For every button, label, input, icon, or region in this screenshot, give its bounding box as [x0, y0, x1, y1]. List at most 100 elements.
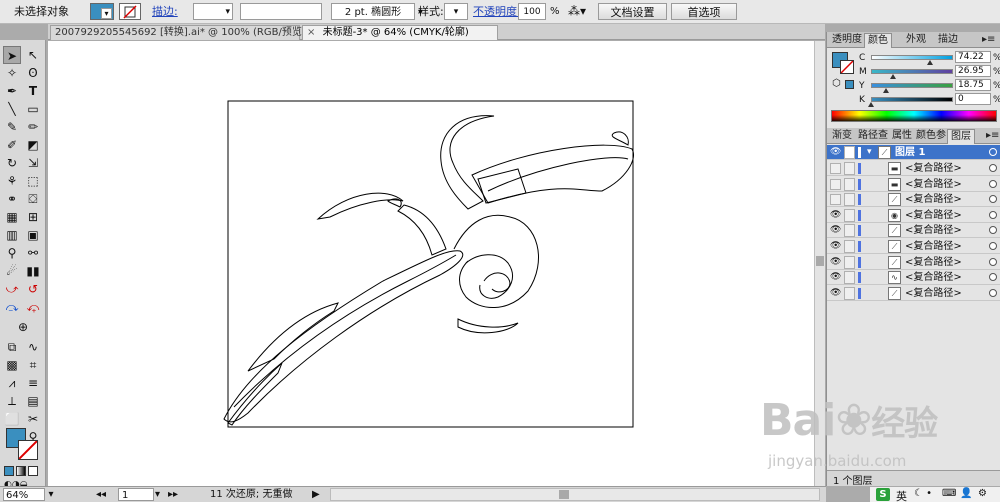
- layer-row[interactable]: 👁 ⟋ <复合路径>: [827, 239, 1000, 254]
- document-setup-button[interactable]: 文档设置: [598, 3, 667, 20]
- lock-toggle[interactable]: [844, 193, 855, 207]
- expand-triangle-icon[interactable]: ▾: [867, 147, 872, 157]
- live-paint-tool-icon[interactable]: ⛋: [24, 190, 42, 208]
- zoom-dropdown-chevron-icon[interactable]: ▾: [46, 488, 56, 501]
- shape-builder-tool-icon[interactable]: ⚭: [3, 190, 21, 208]
- tab-color[interactable]: 颜色: [864, 33, 892, 48]
- line-tool-icon[interactable]: ╲: [3, 100, 21, 118]
- out-of-gamut-icon[interactable]: ⬡: [832, 78, 841, 89]
- slider-magenta-track[interactable]: [871, 69, 953, 74]
- layer-row[interactable]: 👁 ◉ <复合路径>: [827, 208, 1000, 223]
- zigzag-tool-icon[interactable]: ⩘: [3, 374, 21, 392]
- path-target-icon[interactable]: [989, 179, 997, 188]
- ime-language[interactable]: 英: [896, 488, 907, 502]
- path-name[interactable]: <复合路径>: [905, 209, 962, 222]
- path-target-icon[interactable]: [989, 164, 997, 172]
- panel-menu-icon[interactable]: ▸≡: [983, 129, 1000, 144]
- gamut-color-chip[interactable]: [845, 80, 854, 89]
- path-target-icon[interactable]: [989, 288, 997, 297]
- layer-name[interactable]: 图层 1: [895, 146, 925, 159]
- path-name[interactable]: <复合路径>: [905, 162, 962, 175]
- measure-tool-icon[interactable]: ⟂: [3, 392, 21, 410]
- red-curve-tool-icon[interactable]: ↺: [24, 280, 42, 298]
- slider-magenta-value[interactable]: 26.95: [955, 65, 991, 77]
- slice-tool-icon[interactable]: ⌗: [24, 356, 42, 374]
- tab-gradient[interactable]: 渐变: [829, 129, 855, 144]
- horizontal-scroll-thumb[interactable]: [559, 490, 569, 499]
- path-target-icon[interactable]: [989, 195, 997, 204]
- path-target-icon[interactable]: [989, 242, 997, 250]
- color-spectrum-bar[interactable]: [831, 110, 997, 122]
- artboard[interactable]: [227, 100, 634, 428]
- mesh-tool-icon[interactable]: ⊞: [24, 208, 42, 226]
- next-artboard-icon[interactable]: ▸▸: [168, 488, 188, 501]
- red-reshape-tool-icon[interactable]: ⤽: [24, 298, 42, 316]
- artboard-number-field[interactable]: 1: [118, 488, 154, 501]
- blob-brush-tool-icon[interactable]: ✐: [3, 136, 21, 154]
- slider-cyan[interactable]: C 74.22 %: [859, 51, 1000, 65]
- slider-black-knob[interactable]: [868, 102, 874, 107]
- tab-stroke[interactable]: 描边: [935, 33, 961, 48]
- visibility-eye-icon[interactable]: 👁: [830, 147, 841, 158]
- path-name[interactable]: <复合路径>: [905, 287, 962, 300]
- slider-black-value[interactable]: 0: [955, 93, 991, 105]
- slider-black-track[interactable]: [871, 97, 953, 102]
- slider-yellow-value[interactable]: 18.75: [955, 79, 991, 91]
- crosshair-tool-icon[interactable]: ⊕: [3, 318, 43, 336]
- ime-punctuation-icon[interactable]: ☾ •: [914, 488, 932, 499]
- canvas[interactable]: [48, 41, 814, 486]
- layer-target-icon[interactable]: [989, 148, 997, 156]
- slider-cyan-track[interactable]: [871, 55, 953, 60]
- stroke-swatch-big[interactable]: [18, 440, 38, 460]
- layer-row[interactable]: 👁 ⟋ <复合路径>: [827, 223, 1000, 239]
- symbol-sprayer-tool-icon[interactable]: ☄: [3, 262, 21, 280]
- path-name[interactable]: <复合路径>: [905, 224, 962, 237]
- tab-pathfinder[interactable]: 路径查: [855, 129, 891, 144]
- lasso-tool-icon[interactable]: ʘ: [24, 64, 42, 82]
- artboard-dropdown-chevron-icon[interactable]: ▾: [155, 488, 165, 501]
- layer-row-main[interactable]: 👁 ▾ ⟋ 图层 1: [827, 145, 1000, 160]
- ime-settings-icon[interactable]: ⚙: [978, 488, 987, 499]
- eraser-tool-icon[interactable]: ◩: [24, 136, 42, 154]
- layer-row[interactable]: ▬ <复合路径>: [827, 177, 1000, 192]
- layer-row[interactable]: ▬ <复合路径>: [827, 161, 1000, 176]
- path-target-icon[interactable]: [989, 210, 997, 219]
- width-tool-icon[interactable]: ⚘: [3, 172, 21, 190]
- scissors-tool-icon[interactable]: ✂: [24, 410, 42, 428]
- artboard-tool-icon[interactable]: ⧉: [3, 338, 21, 356]
- color-panel-stroke-swatch[interactable]: [840, 60, 854, 74]
- visibility-eye-icon[interactable]: 👁: [830, 210, 841, 221]
- pencil-tool-icon[interactable]: ✏: [24, 118, 42, 136]
- layer-row[interactable]: 👁 ∿ <复合路径>: [827, 270, 1000, 286]
- visibility-eye-icon[interactable]: 👁: [830, 241, 841, 252]
- lock-toggle[interactable]: [844, 162, 855, 175]
- chart-tool-icon[interactable]: ▤: [24, 392, 42, 410]
- tab-transparency[interactable]: 透明度: [829, 33, 865, 48]
- lock-toggle[interactable]: [844, 271, 855, 285]
- slider-magenta[interactable]: M 26.95 %: [859, 65, 1000, 79]
- none-mode-icon[interactable]: [28, 466, 38, 476]
- path-name[interactable]: <复合路径>: [905, 271, 962, 284]
- vertical-scroll-thumb[interactable]: [816, 256, 824, 266]
- magic-wand-tool-icon[interactable]: ✧: [3, 64, 21, 82]
- panel-menu-icon[interactable]: ▸≡: [979, 33, 998, 48]
- variable-width-profile-dropdown[interactable]: [240, 3, 322, 20]
- close-tab-icon[interactable]: ×: [307, 26, 315, 40]
- previous-artboard-icon[interactable]: ◂◂: [96, 488, 116, 501]
- lock-toggle[interactable]: [844, 208, 855, 222]
- rotate-tool-icon[interactable]: ↻: [3, 154, 21, 172]
- path-name[interactable]: <复合路径>: [905, 193, 962, 206]
- tab-layers[interactable]: 图层: [947, 129, 975, 144]
- visibility-empty-icon[interactable]: [830, 163, 841, 174]
- slider-yellow[interactable]: Y 18.75 %: [859, 79, 1000, 93]
- lock-toggle[interactable]: [844, 240, 855, 253]
- visibility-empty-icon[interactable]: [830, 194, 841, 206]
- gradient-mode-icon[interactable]: [16, 466, 26, 476]
- path-target-icon[interactable]: [989, 257, 997, 266]
- pen-tool-icon[interactable]: ✒: [3, 82, 21, 100]
- opacity-input[interactable]: 100: [518, 3, 546, 20]
- stroke-weight-dropdown[interactable]: ▾: [193, 3, 233, 20]
- slider-yellow-knob[interactable]: [883, 88, 889, 93]
- tab-color-guide[interactable]: 颜色参: [913, 129, 949, 144]
- visibility-eye-icon[interactable]: 👁: [830, 225, 841, 236]
